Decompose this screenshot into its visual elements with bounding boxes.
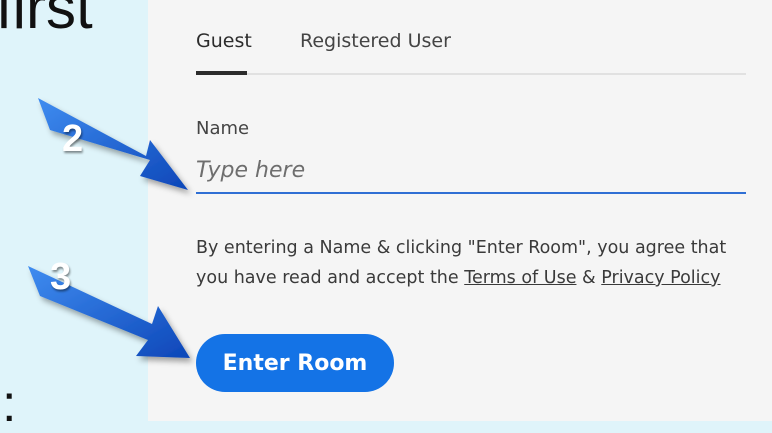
callout-step-3: 3 [50, 256, 72, 298]
callout-step-2: 2 [62, 118, 84, 160]
callout-arrows [28, 98, 190, 358]
arrow-2-icon [38, 98, 188, 190]
